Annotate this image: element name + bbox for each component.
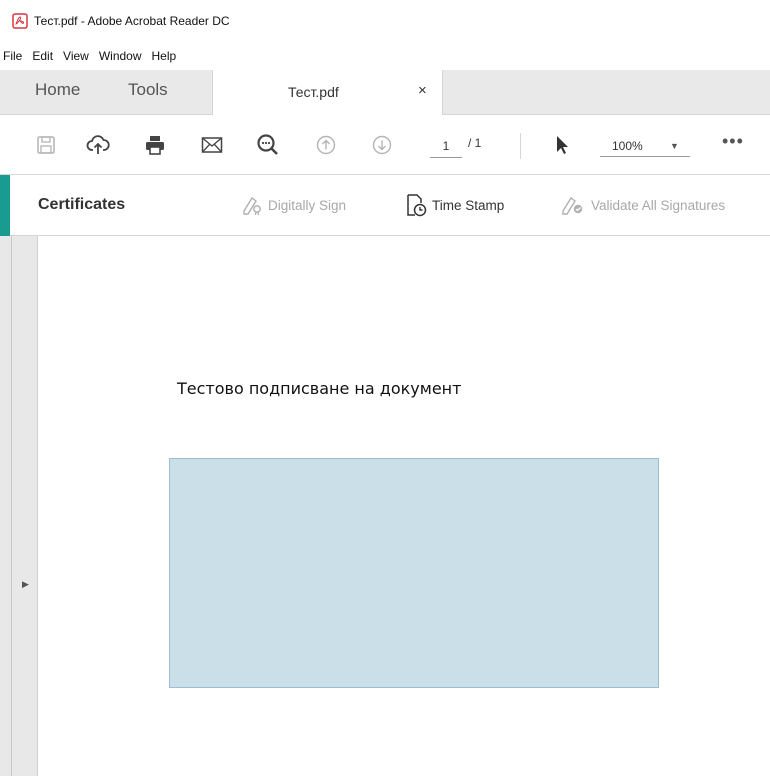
tab-bar: Home Tools Тест.pdf × <box>0 70 770 115</box>
certificates-title: Certificates <box>38 196 126 213</box>
rail-divider <box>11 236 12 776</box>
main-toolbar: 1 / 1 100% ▼ ••• <box>0 115 770 175</box>
window-title: Тест.pdf - Adobe Acrobat Reader DC <box>34 14 230 28</box>
title-bar: Тест.pdf - Adobe Acrobat Reader DC <box>0 0 770 42</box>
document-text: Тестово подписване на документ <box>177 379 462 398</box>
upload-icon[interactable] <box>86 133 110 157</box>
menu-bar: File Edit View Window Help <box>0 42 770 70</box>
menu-view[interactable]: View <box>63 49 89 63</box>
signature-field[interactable] <box>169 458 659 688</box>
menu-help[interactable]: Help <box>152 49 177 63</box>
validate-signatures-button[interactable]: Validate All Signatures <box>560 193 725 217</box>
more-tools-icon[interactable]: ••• <box>722 131 744 152</box>
zoom-value: 100% <box>612 139 643 153</box>
menu-window[interactable]: Window <box>99 49 142 63</box>
email-icon[interactable] <box>200 133 224 157</box>
pen-sign-icon <box>243 196 261 215</box>
expand-panel-icon[interactable]: ▶ <box>22 579 29 590</box>
digitally-sign-button[interactable]: Digitally Sign <box>241 193 346 217</box>
print-icon[interactable] <box>143 133 167 157</box>
menu-file[interactable]: File <box>3 49 22 63</box>
time-stamp-button[interactable]: Time Stamp <box>405 193 504 217</box>
chevron-down-icon: ▼ <box>670 141 679 151</box>
close-tab-icon[interactable]: × <box>418 82 427 99</box>
zoom-dropdown[interactable]: 100% ▼ <box>600 135 690 157</box>
certificates-toolbar: Certificates Digitally Sign Time Stamp V… <box>0 175 770 236</box>
document-area: ▶ Тестово подписване на документ <box>0 236 770 776</box>
page-up-icon[interactable] <box>314 133 338 157</box>
tab-document-label: Тест.pdf <box>288 84 339 100</box>
digitally-sign-label: Digitally Sign <box>268 197 347 213</box>
tab-tools[interactable]: Tools <box>128 80 168 100</box>
validate-icon <box>562 196 583 215</box>
tab-home[interactable]: Home <box>35 80 80 100</box>
pdf-icon <box>12 13 28 29</box>
page-down-icon[interactable] <box>370 133 394 157</box>
time-stamp-icon <box>407 194 427 217</box>
tab-document[interactable]: Тест.pdf × <box>212 70 443 115</box>
accent-stripe <box>0 175 10 236</box>
toolbar-divider <box>520 133 521 159</box>
validate-signatures-label: Validate All Signatures <box>591 197 726 213</box>
select-arrow-icon[interactable] <box>550 133 574 157</box>
menu-edit[interactable]: Edit <box>32 49 53 63</box>
page-total: / 1 <box>468 136 482 150</box>
left-panel-rail: ▶ <box>0 236 38 776</box>
time-stamp-label: Time Stamp <box>432 197 505 213</box>
pdf-page[interactable]: Тестово подписване на документ <box>38 236 770 776</box>
save-icon[interactable] <box>34 133 58 157</box>
zoom-search-icon[interactable] <box>256 133 280 157</box>
page-number-input[interactable]: 1 <box>430 135 462 158</box>
